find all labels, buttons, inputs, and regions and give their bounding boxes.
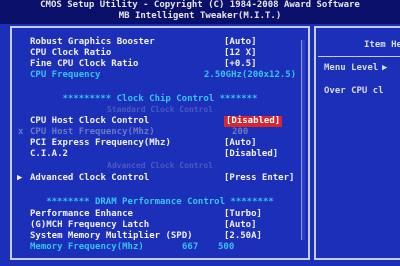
setting-value: 667 bbox=[182, 242, 199, 252]
submenu-arrow-icon: ▶ bbox=[17, 173, 23, 183]
setting-label: CPU Frequency bbox=[30, 70, 101, 80]
setting-value[interactable]: [Auto] bbox=[224, 138, 257, 149]
setting-label: System Memory Multiplier (SPD) bbox=[30, 231, 193, 241]
bios-header: CMOS Setup Utility - Copyright (C) 1984-… bbox=[0, 0, 400, 24]
setting-value[interactable]: [Auto] bbox=[224, 220, 257, 231]
help-panel bbox=[314, 26, 400, 260]
header-subtitle: MB Intelligent Tweaker(M.I.T.) bbox=[118, 11, 282, 21]
header-title: CMOS Setup Utility - Copyright (C) 1984-… bbox=[40, 0, 360, 10]
setting-label: Robust Graphics Booster bbox=[30, 37, 155, 47]
help-menu-level: Menu Level bbox=[324, 63, 379, 73]
setting-label: (G)MCH Frequency Latch bbox=[30, 220, 150, 230]
locked-marker: x bbox=[18, 127, 24, 137]
setting-label: Fine CPU Clock Ratio bbox=[30, 59, 139, 69]
setting-label: CPU Clock Ratio bbox=[30, 48, 112, 58]
section-clock-chip-control: ********* Clock Chip Control ******* bbox=[62, 94, 258, 104]
menu-level-arrow-icon: ▶ bbox=[382, 63, 388, 73]
setting-label: CPU Host Frequency(Mhz) bbox=[30, 127, 155, 137]
setting-label: CPU Host Clock Control bbox=[30, 116, 150, 126]
setting-value[interactable]: [2.50A] bbox=[224, 231, 262, 242]
help-divider bbox=[318, 56, 400, 57]
setting-value[interactable]: [Press Enter] bbox=[224, 173, 294, 184]
help-title: Item He bbox=[364, 40, 400, 50]
section-dram-performance-control: ******** DRAM Performance Control ******… bbox=[46, 197, 274, 207]
setting-value[interactable]: [+0.5] bbox=[224, 59, 257, 70]
setting-label: Advanced Clock Control bbox=[30, 173, 150, 183]
setting-value[interactable]: [12 X] bbox=[224, 48, 257, 59]
setting-label: Memory Frequency(Mhz) bbox=[30, 242, 144, 252]
setting-value: 2.50GHz(200x12.5) bbox=[204, 70, 297, 80]
setting-value[interactable]: [Disabled] bbox=[224, 149, 278, 160]
setting-label: Performance Enhance bbox=[30, 209, 133, 219]
subsection-standard-clock: Standard Clock Control bbox=[107, 105, 213, 114]
scrollbar[interactable] bbox=[301, 40, 305, 240]
setting-value: 200 bbox=[232, 127, 249, 137]
setting-value-selected[interactable]: [Disabled] bbox=[224, 116, 283, 127]
help-description: Over CPU cl bbox=[324, 86, 384, 96]
setting-value[interactable]: [Auto] bbox=[224, 37, 257, 48]
setting-value[interactable]: [Turbo] bbox=[224, 209, 262, 220]
subsection-advanced-clock: Advanced Clock Control bbox=[107, 161, 213, 170]
setting-label: PCI Express Frequency(Mhz) bbox=[30, 138, 171, 148]
setting-value-2: 500 bbox=[218, 242, 235, 252]
setting-label: C.I.A.2 bbox=[30, 149, 68, 159]
